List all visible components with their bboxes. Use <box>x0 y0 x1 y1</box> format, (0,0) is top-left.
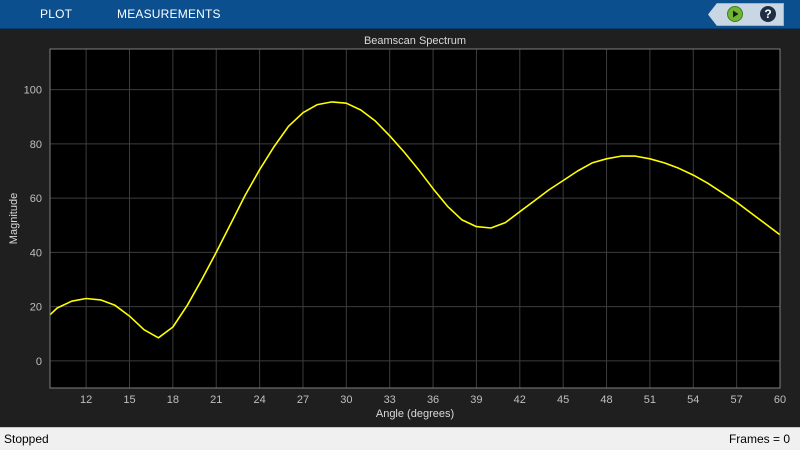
y-tick-label: 80 <box>30 139 42 151</box>
x-tick-label: 57 <box>731 394 743 406</box>
chart-title: Beamscan Spectrum <box>364 35 466 47</box>
x-tick-label: 33 <box>384 394 396 406</box>
y-axis-label: Magnitude <box>8 193 20 244</box>
spectrum-plot[interactable]: 12 15 18 21 24 27 30 33 36 39 42 45 48 51 54 57 60 0 20 40 6… <box>0 29 800 427</box>
x-axis-label: Angle (degrees) <box>376 408 454 420</box>
y-tick-label: 0 <box>36 356 42 368</box>
x-tick-label: 45 <box>557 394 569 406</box>
status-state: Stopped <box>4 432 49 446</box>
x-tick-label: 42 <box>514 394 526 406</box>
x-tick-label: 27 <box>297 394 309 406</box>
x-tick-label: 36 <box>427 394 439 406</box>
y-tick-label: 40 <box>30 247 42 259</box>
x-tick-label: 54 <box>687 394 699 406</box>
x-tick-label: 18 <box>167 394 179 406</box>
y-tick-label: 100 <box>24 85 42 97</box>
x-tick-label: 24 <box>253 394 265 406</box>
help-icon: ? <box>764 7 772 21</box>
x-tick-label: 60 <box>774 394 786 406</box>
run-button[interactable] <box>727 6 743 22</box>
tab-measurements[interactable]: MEASUREMENTS <box>117 0 221 28</box>
tab-plot[interactable]: PLOT <box>40 0 72 28</box>
help-button[interactable]: ? <box>760 6 776 22</box>
run-icon <box>733 10 739 18</box>
quick-access-bar: ? <box>708 3 784 26</box>
frames-count: Frames = 0 <box>728 432 790 446</box>
x-tick-label: 21 <box>210 394 222 406</box>
x-tick-label: 48 <box>600 394 612 406</box>
x-tick-label: 15 <box>123 394 135 406</box>
toolstrip: PLOT MEASUREMENTS ? <box>0 0 800 29</box>
x-tick-label: 39 <box>470 394 482 406</box>
x-tick-label: 30 <box>340 394 352 406</box>
y-tick-label: 60 <box>30 193 42 205</box>
x-tick-label: 12 <box>80 394 92 406</box>
x-tick-label: 51 <box>644 394 656 406</box>
y-tick-label: 20 <box>30 302 42 314</box>
status-bar: Stopped Frames = 0 <box>0 427 800 450</box>
